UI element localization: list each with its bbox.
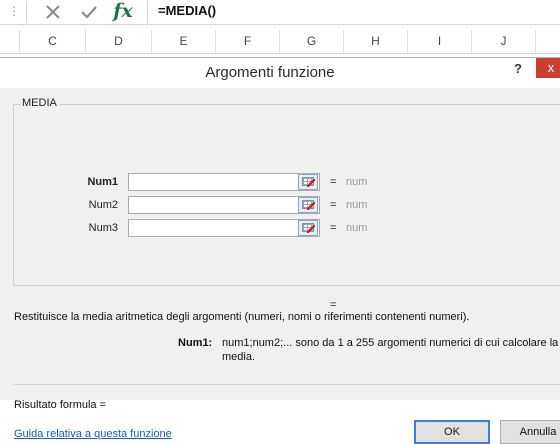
arg-label-num1: Num1 [87,176,118,188]
formula-bar: ⋮ fx =MEDIA() [0,0,560,25]
function-name: MEDIA [20,97,59,109]
formula-bar-separator [147,0,148,24]
column-header-e[interactable]: E [152,30,216,53]
arg-equals-num3: = [330,222,337,234]
formula-bar-divider [26,2,27,22]
function-description: Restituisce la media aritmetica degli ar… [14,311,470,323]
grip-icon[interactable]: ⋮ [8,5,20,17]
help-button[interactable]: ? [514,61,522,76]
column-header-i[interactable]: I [408,30,472,53]
arg-label-num2: Num2 [88,199,118,211]
arrow-icon [307,225,315,233]
arg-help-name: Num1: [178,337,213,349]
column-header-j[interactable]: J [472,30,536,53]
arrow-icon [307,179,315,187]
column-header-c[interactable]: C [20,30,86,53]
dialog-divider [13,384,560,385]
arg-result-num2: num [346,199,368,211]
arrow-icon [307,202,315,210]
fx-icon: fx [113,0,133,22]
arg-input-num1[interactable] [128,173,320,191]
formula-result-label: Risultato formula = [14,399,107,411]
range-select-button-num3[interactable] [298,220,318,236]
arg-result-num3: num [346,222,368,234]
range-select-button-num1[interactable] [298,174,318,190]
arg-equals-num2: = [330,199,337,211]
column-headers: C D E F G H I J [0,30,560,54]
close-button[interactable]: x [536,58,560,78]
cancel-button[interactable]: Annulla [500,420,560,444]
column-header-f[interactable]: F [216,30,280,53]
formula-input[interactable]: =MEDIA() [158,3,216,19]
range-select-button-num2[interactable] [298,197,318,213]
function-group-box: MEDIA [13,97,560,286]
dialog-title-bar[interactable]: Argomenti funzione ? x [0,58,560,88]
column-header-partial[interactable] [0,30,20,53]
arg-input-num3[interactable] [128,219,320,237]
arg-help-text: num1;num2;... sono da 1 a 255 argomenti … [222,337,559,363]
arg-equals-num1: = [330,176,337,188]
dialog-title: Argomenti funzione [205,64,335,81]
arg-label-num3: Num3 [88,222,118,234]
function-help-link[interactable]: Guida relativa a questa funzione [14,427,172,441]
column-header-g[interactable]: G [280,30,344,53]
arg-input-num2[interactable] [128,196,320,214]
column-header-partial-right[interactable] [536,30,560,53]
insert-function-button[interactable]: fx [108,0,138,24]
arg-result-num1: num [346,176,368,188]
cancel-icon[interactable] [38,0,68,24]
function-arguments-dialog: Argomenti funzione ? x MEDIA Num1 = num … [0,57,560,444]
check-icon[interactable] [74,0,104,24]
ok-button[interactable]: OK [414,420,490,444]
column-header-h[interactable]: H [344,30,408,53]
column-header-d[interactable]: D [86,30,152,53]
